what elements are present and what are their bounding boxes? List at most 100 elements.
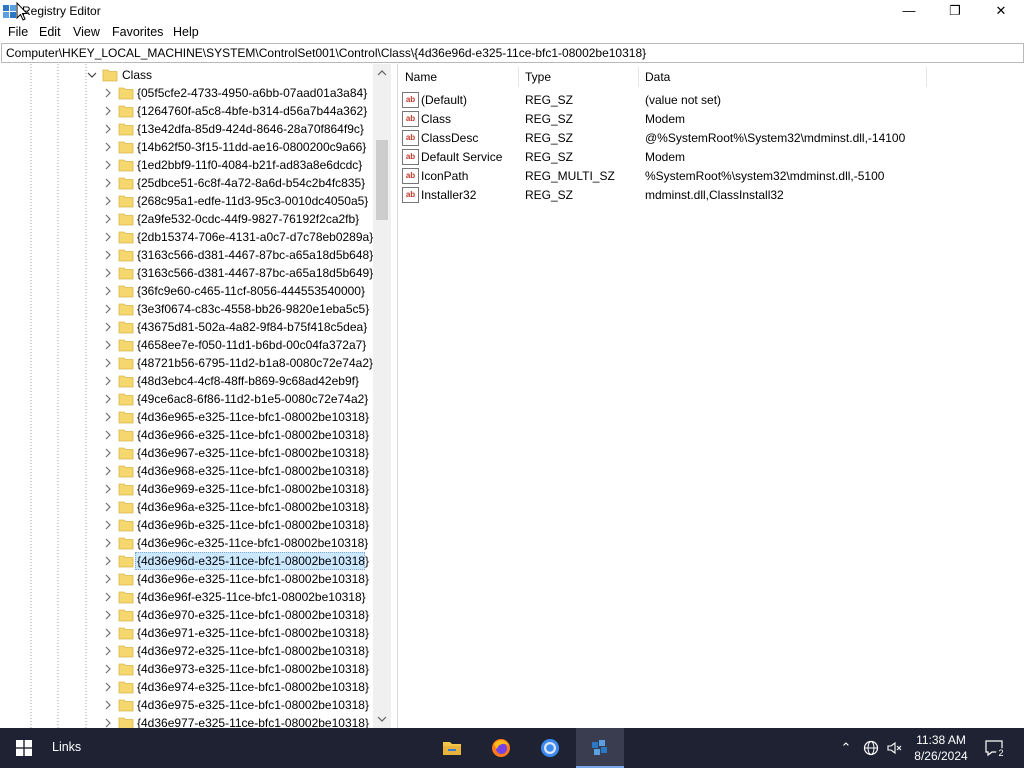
chevron-right-icon[interactable] — [103, 340, 113, 350]
tree-item[interactable]: {2db15374-706e-4131-a0c7-d7c78eb0289a} — [0, 228, 373, 246]
tree-item[interactable]: {4658ee7e-f050-11d1-b6bd-00c04fa372a7} — [0, 336, 372, 354]
tree-item[interactable]: {3163c566-d381-4467-87bc-a65a18d5b649} — [0, 264, 373, 282]
tree-item[interactable]: {4d36e96c-e325-11ce-bfc1-08002be10318} — [0, 534, 372, 552]
chevron-right-icon[interactable] — [103, 718, 113, 728]
tree-item[interactable]: {49ce6ac8-6f86-11d2-b1e5-0080c72e74a2} — [0, 390, 372, 408]
tree-item[interactable]: {4d36e96d-e325-11ce-bfc1-08002be10318} — [0, 552, 372, 570]
chevron-right-icon[interactable] — [103, 214, 113, 224]
tree-item[interactable]: {05f5cfe2-4733-4950-a6bb-07aad01a3a84} — [0, 84, 372, 102]
tree-item-class[interactable]: Class — [0, 66, 372, 84]
tree-item[interactable]: {4d36e96a-e325-11ce-bfc1-08002be10318} — [0, 498, 372, 516]
maximize-button[interactable]: ❐ — [932, 0, 978, 22]
chevron-right-icon[interactable] — [103, 322, 113, 332]
menu-favorites[interactable]: Favorites — [112, 25, 163, 39]
chevron-right-icon[interactable] — [103, 646, 113, 656]
column-header-data[interactable]: Data — [645, 64, 670, 90]
tree-item[interactable]: {4d36e967-e325-11ce-bfc1-08002be10318} — [0, 444, 372, 462]
value-row[interactable]: ab (Default) REG_SZ (value not set) — [398, 90, 1018, 109]
tree-item[interactable]: {4d36e974-e325-11ce-bfc1-08002be10318} — [0, 678, 372, 696]
chevron-right-icon[interactable] — [103, 520, 113, 530]
values-pane[interactable]: Name Type Data ab (Default) REG_SZ (value n… — [398, 64, 1024, 728]
taskbar-firefox[interactable] — [477, 728, 525, 768]
system-clock[interactable]: 11:38 AM 8/26/2024 — [906, 732, 976, 764]
volume-muted-icon[interactable] — [886, 740, 902, 756]
tree-item[interactable]: {4d36e96f-e325-11ce-bfc1-08002be10318} — [0, 588, 372, 606]
tree-item[interactable]: {4d36e96e-e325-11ce-bfc1-08002be10318} — [0, 570, 372, 588]
chevron-right-icon[interactable] — [103, 358, 113, 368]
chevron-right-icon[interactable] — [103, 250, 113, 260]
chevron-right-icon[interactable] — [103, 466, 113, 476]
tree-item[interactable]: {4d36e96b-e325-11ce-bfc1-08002be10318} — [0, 516, 372, 534]
tree-item[interactable]: {4d36e975-e325-11ce-bfc1-08002be10318} — [0, 696, 372, 714]
tree-item[interactable]: {13e42dfa-85d9-424d-8646-28a70f864f9c} — [0, 120, 372, 138]
column-divider[interactable] — [518, 67, 519, 87]
tree-item[interactable]: {43675d81-502a-4a82-9f84-b75f418c5dea} — [0, 318, 372, 336]
minimize-button[interactable]: — — [886, 0, 932, 22]
chevron-right-icon[interactable] — [103, 142, 113, 152]
scrollbar-thumb[interactable] — [376, 140, 388, 220]
column-header-name[interactable]: Name — [405, 64, 437, 90]
tree-item[interactable]: {4d36e973-e325-11ce-bfc1-08002be10318} — [0, 660, 372, 678]
chevron-right-icon[interactable] — [103, 124, 113, 134]
chevron-right-icon[interactable] — [103, 394, 113, 404]
tree-item[interactable]: {3163c566-d381-4467-87bc-a65a18d5b648} — [0, 246, 373, 264]
chevron-right-icon[interactable] — [103, 268, 113, 278]
taskbar-file-explorer[interactable] — [428, 728, 476, 768]
menu-help[interactable]: Help — [173, 25, 199, 39]
chevron-right-icon[interactable] — [103, 178, 113, 188]
close-button[interactable]: ✕ — [978, 0, 1024, 22]
chevron-right-icon[interactable] — [103, 484, 113, 494]
tree-item[interactable]: {36fc9e60-c465-11cf-8056-444553540000} — [0, 282, 372, 300]
chevron-right-icon[interactable] — [103, 376, 113, 386]
chevron-right-icon[interactable] — [103, 628, 113, 638]
taskbar-registry-editor[interactable] — [576, 728, 624, 768]
tree-item[interactable]: {3e3f0674-c83c-4558-bb26-9820e1eba5c5} — [0, 300, 372, 318]
tree-item[interactable]: {1264760f-a5c8-4bfe-b314-d56a7b44a362} — [0, 102, 372, 120]
chevron-right-icon[interactable] — [103, 556, 113, 566]
tree-item[interactable]: {25dbce51-6c8f-4a72-8a6d-b54c2b4fc835} — [0, 174, 372, 192]
value-row[interactable]: ab ClassDesc REG_SZ @%SystemRoot%\System32\… — [398, 128, 1018, 147]
column-divider[interactable] — [926, 67, 927, 87]
value-row[interactable]: ab IconPath REG_MULTI_SZ %SystemRoot%\syste… — [398, 166, 1018, 185]
tree-item[interactable]: {1ed2bbf9-11f0-4084-b21f-ad83a8e6dcdc} — [0, 156, 372, 174]
chevron-up-icon[interactable]: ⌃ — [838, 740, 854, 756]
tree-item[interactable]: {2a9fe532-0cdc-44f9-9827-76192f2ca2fb} — [0, 210, 372, 228]
chevron-right-icon[interactable] — [103, 430, 113, 440]
tree-item[interactable]: {4d36e966-e325-11ce-bfc1-08002be10318} — [0, 426, 372, 444]
links-toolbar[interactable]: Links — [52, 740, 81, 754]
address-bar[interactable]: Computer\HKEY_LOCAL_MACHINE\SYSTEM\Contr… — [1, 43, 1024, 63]
tree-item[interactable]: {4d36e971-e325-11ce-bfc1-08002be10318} — [0, 624, 372, 642]
column-header-type[interactable]: Type — [525, 64, 551, 90]
chevron-right-icon[interactable] — [103, 610, 113, 620]
windows-start-icon[interactable] — [16, 740, 32, 756]
chevron-right-icon[interactable] — [103, 448, 113, 458]
chevron-right-icon[interactable] — [103, 160, 113, 170]
tree-item[interactable]: {268c95a1-edfe-11d3-95c3-0010dc4050a5} — [0, 192, 372, 210]
chevron-right-icon[interactable] — [103, 502, 113, 512]
chevron-right-icon[interactable] — [103, 664, 113, 674]
chevron-right-icon[interactable] — [103, 574, 113, 584]
chevron-right-icon[interactable] — [103, 682, 113, 692]
menu-edit[interactable]: Edit — [39, 25, 61, 39]
chevron-right-icon[interactable] — [103, 412, 113, 422]
value-row[interactable]: ab Default Service REG_SZ Modem — [398, 147, 1018, 166]
chevron-right-icon[interactable] — [103, 88, 113, 98]
taskbar-chrome[interactable] — [526, 728, 574, 768]
column-divider[interactable] — [638, 67, 639, 87]
value-row[interactable]: ab Class REG_SZ Modem — [398, 109, 1018, 128]
value-row[interactable]: ab Installer32 REG_SZ mdminst.dll,ClassInst… — [398, 185, 1018, 204]
tree-item[interactable]: {14b62f50-3f15-11dd-ae16-0800200c9a66} — [0, 138, 372, 156]
scroll-down-icon[interactable] — [377, 714, 387, 724]
menu-view[interactable]: View — [73, 25, 100, 39]
tree-item[interactable]: {4d36e972-e325-11ce-bfc1-08002be10318} — [0, 642, 372, 660]
chevron-right-icon[interactable] — [103, 196, 113, 206]
chevron-right-icon[interactable] — [103, 538, 113, 548]
chevron-down-icon[interactable] — [87, 70, 97, 80]
tree-item[interactable]: {4d36e969-e325-11ce-bfc1-08002be10318} — [0, 480, 372, 498]
tree-item[interactable]: {4d36e977-e325-11ce-bfc1-08002be10318} — [0, 714, 372, 728]
menu-file[interactable]: File — [8, 25, 28, 39]
key-tree-pane[interactable]: Class {05f5cfe2-4733-4950-a6bb-07aad01a3… — [0, 64, 393, 728]
tree-item[interactable]: {4d36e965-e325-11ce-bfc1-08002be10318} — [0, 408, 372, 426]
chevron-right-icon[interactable] — [103, 286, 113, 296]
tree-item[interactable]: {4d36e970-e325-11ce-bfc1-08002be10318} — [0, 606, 372, 624]
